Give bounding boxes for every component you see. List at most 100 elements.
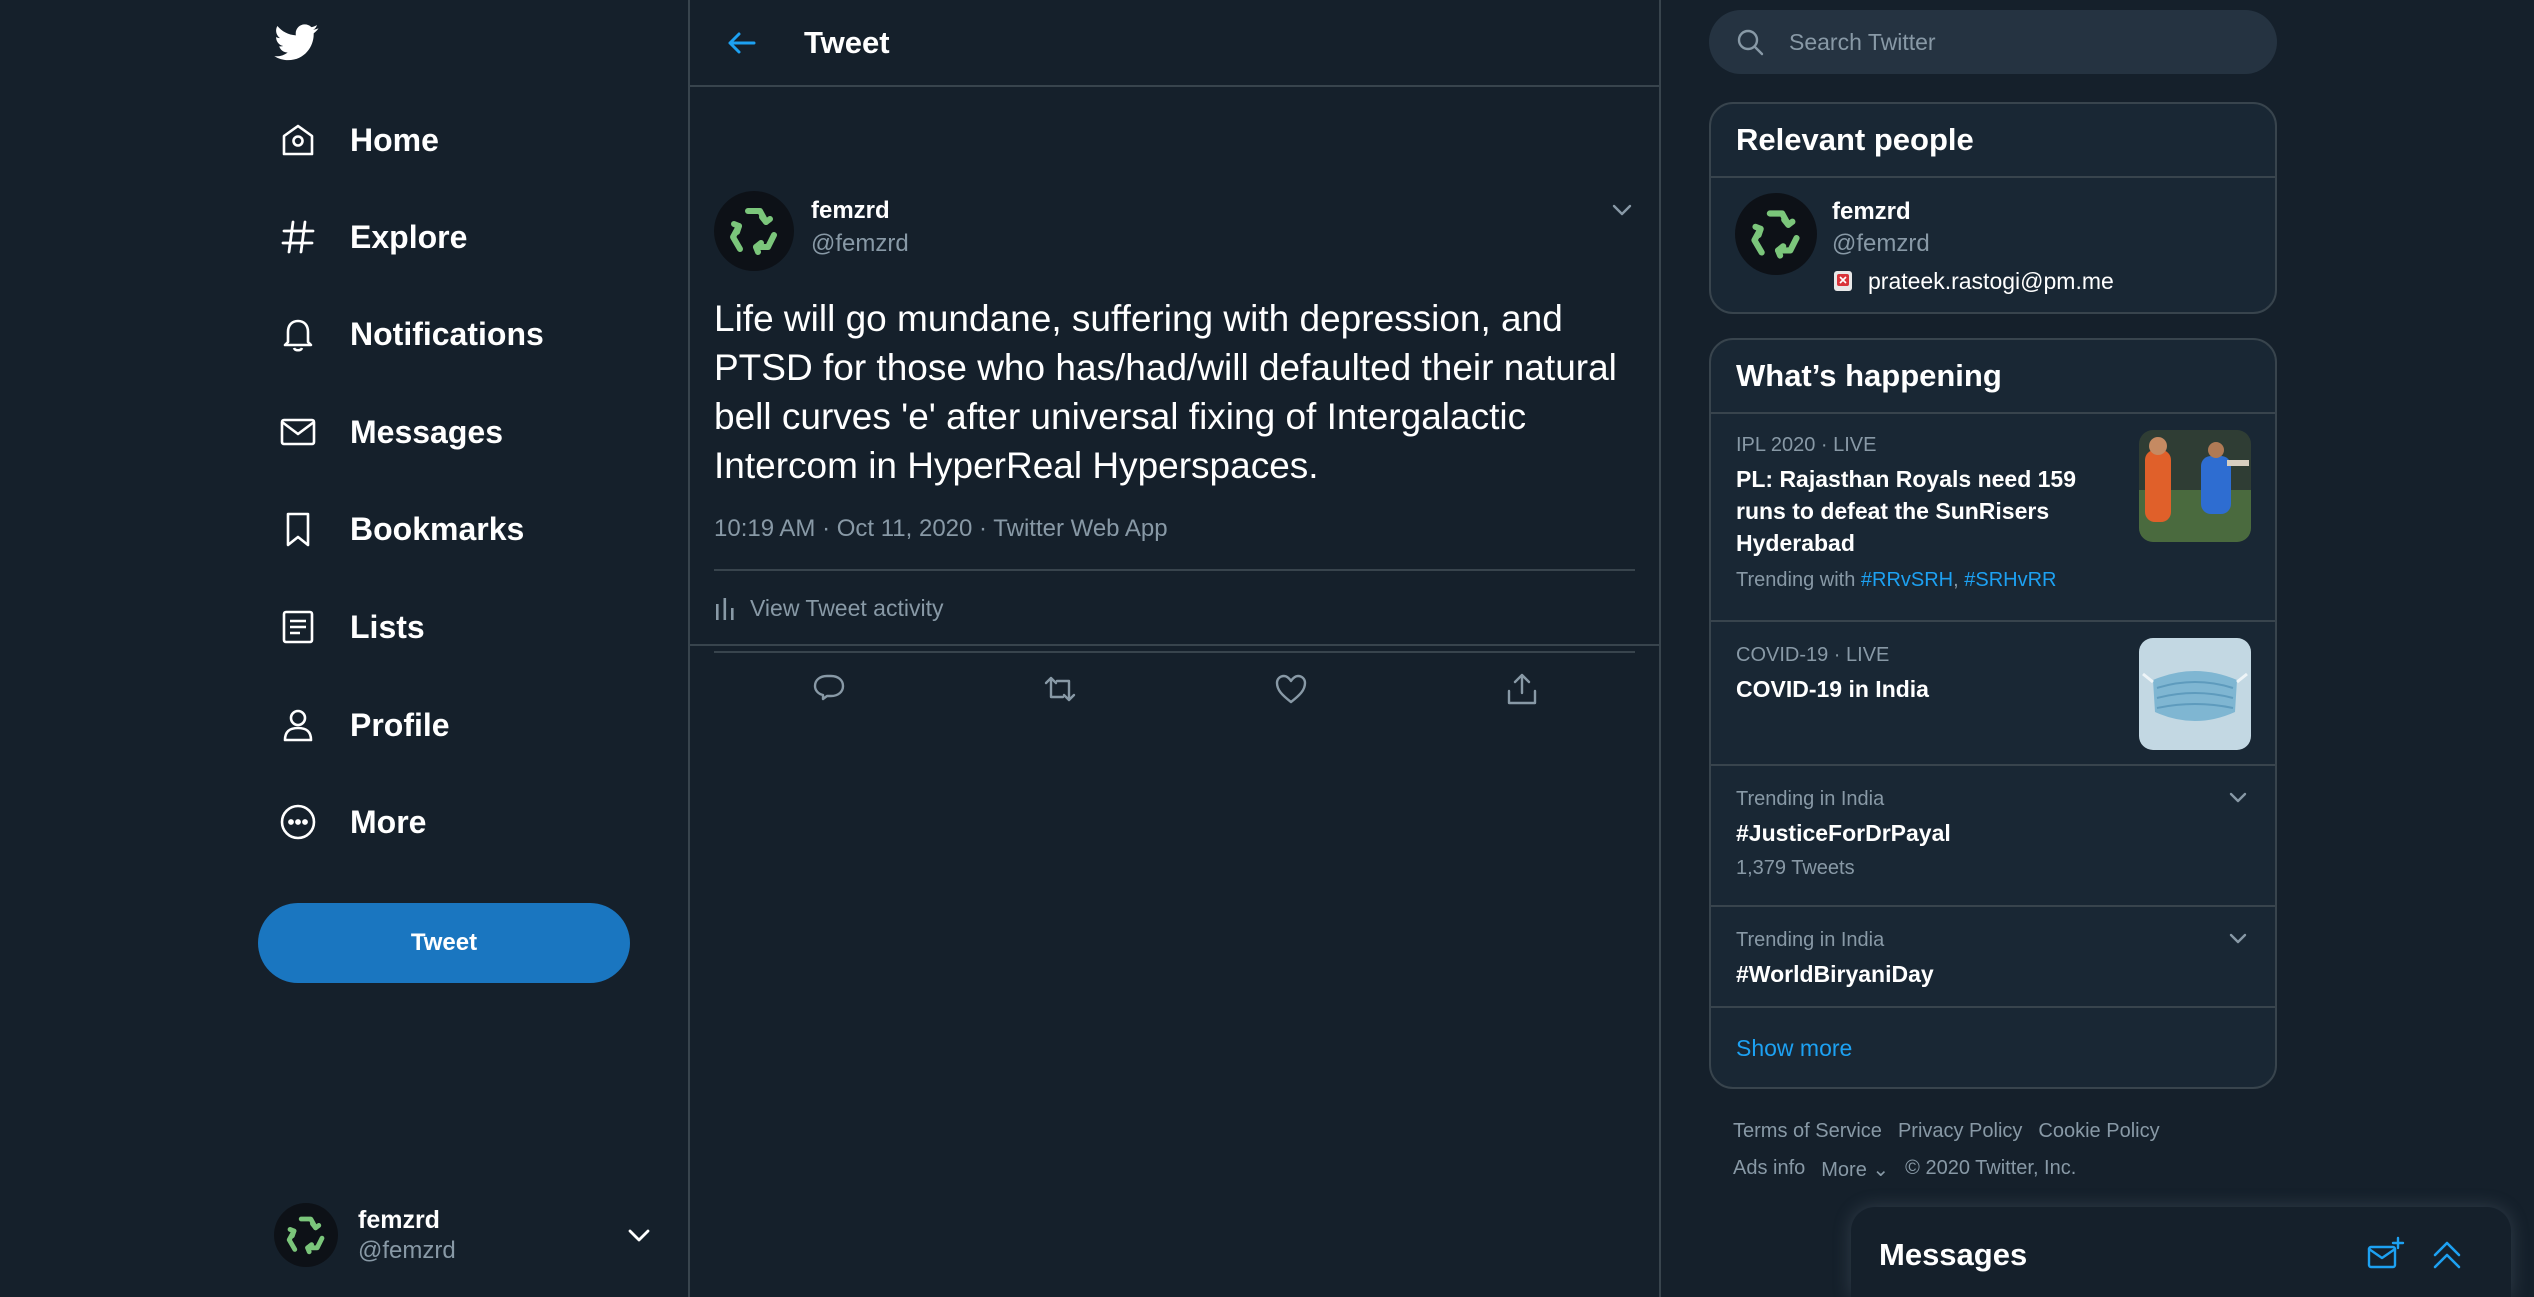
nav-more[interactable]: More	[256, 785, 444, 859]
footer-more-link[interactable]: More ⌄	[1821, 1157, 1889, 1182]
relevant-person[interactable]: femzrd @femzrd prateek.rastogi@pm.me	[1711, 178, 2275, 312]
search-bar[interactable]	[1709, 10, 2277, 74]
bell-icon	[276, 312, 320, 356]
nav-messages[interactable]: Messages	[256, 395, 521, 469]
nav-label: Explore	[350, 218, 468, 255]
account-name: femzrd	[358, 1205, 440, 1234]
account-handle: @femzrd	[358, 1236, 456, 1264]
separator: ,	[1953, 569, 1965, 591]
avatar[interactable]	[714, 191, 794, 271]
nav-explore[interactable]: Explore	[256, 200, 485, 274]
hashtag-icon	[276, 215, 320, 259]
main-column: Tweet femzrd @femzrd Life will go mundan…	[688, 0, 1661, 1297]
chevron-down-icon	[628, 1229, 650, 1242]
tweet-detail: femzrd @femzrd Life will go mundane, suf…	[690, 87, 1659, 705]
person-handle: @femzrd	[1832, 230, 1930, 257]
envelope-icon	[276, 410, 320, 454]
nav-label: Messages	[350, 413, 503, 450]
tweet-timestamp[interactable]: 10:19 AM · Oct 11, 2020 · Twitter Web Ap…	[714, 515, 1168, 543]
new-message-icon[interactable]	[2365, 1235, 2405, 1275]
person-name: femzrd	[1832, 198, 1911, 225]
show-more-link[interactable]: Show more	[1711, 1008, 2275, 1087]
hashtag-link[interactable]: #RRvSRH	[1861, 569, 1953, 591]
ads-info-link[interactable]: Ads info	[1733, 1157, 1805, 1182]
page-title: Tweet	[804, 24, 890, 60]
tweet-author-name[interactable]: femzrd	[811, 197, 890, 225]
nav-label: Profile	[350, 706, 450, 743]
nav-label: Notifications	[350, 315, 544, 352]
chevron-down-icon[interactable]	[1607, 195, 1637, 225]
cookie-link[interactable]: Cookie Policy	[2038, 1120, 2159, 1143]
like-button[interactable]	[1269, 667, 1313, 711]
twitter-app: Home Explore Notifications Messages Book	[0, 0, 2534, 1297]
divider	[714, 569, 1635, 571]
trend-thumbnail	[2139, 638, 2251, 750]
mailbox-icon	[1834, 270, 1852, 291]
messages-drawer[interactable]: Messages	[1851, 1207, 2511, 1297]
activity-label: View Tweet activity	[750, 595, 944, 621]
trend-tweet-count: 1,379 Tweets	[1736, 857, 1855, 879]
reply-button[interactable]	[807, 667, 851, 711]
trend-title: #WorldBiryaniDay	[1736, 961, 1934, 987]
twitter-logo-icon[interactable]	[272, 20, 322, 64]
nav-lists[interactable]: Lists	[256, 590, 443, 664]
share-button[interactable]	[1500, 667, 1544, 711]
trend-title: #JusticeForDrPayal	[1736, 820, 1951, 846]
trend-context: Trending in India	[1736, 788, 1885, 810]
copyright-text: © 2020 Twitter, Inc.	[1905, 1157, 2077, 1179]
person-icon	[276, 703, 320, 747]
home-icon	[276, 118, 320, 162]
whats-happening-panel: What’s happening IPL 2020 · LIVE PL: Raj…	[1709, 338, 2277, 1089]
tweet-button[interactable]: Tweet	[258, 903, 630, 983]
nav-bookmarks[interactable]: Bookmarks	[256, 492, 542, 566]
tweet-author-handle[interactable]: @femzrd	[811, 230, 909, 258]
trend-item[interactable]: IPL 2020 · LIVE PL: Rajasthan Royals nee…	[1711, 414, 2275, 622]
trend-item[interactable]: Trending in India #WorldBiryaniDay	[1711, 907, 2275, 1008]
divider	[714, 651, 1635, 653]
account-switcher[interactable]: femzrd @femzrd	[256, 1190, 668, 1280]
double-chevron-up-icon[interactable]	[2427, 1235, 2467, 1275]
nav-notifications[interactable]: Notifications	[256, 297, 562, 371]
chevron-down-icon[interactable]	[2225, 784, 2251, 810]
trend-item[interactable]: COVID-19 · LIVE COVID-19 in India	[1711, 622, 2275, 766]
drawer-title: Messages	[1879, 1237, 2028, 1272]
chevron-down-icon: ⌄	[1872, 1159, 1890, 1181]
view-tweet-activity-link[interactable]: View Tweet activity	[714, 595, 943, 622]
tweet-actions	[714, 667, 1635, 719]
heart-icon	[1275, 674, 1307, 704]
search-input[interactable]	[1789, 28, 2229, 56]
nav-label: Lists	[350, 608, 425, 645]
nav-label: Bookmarks	[350, 510, 525, 547]
privacy-link[interactable]: Privacy Policy	[1898, 1120, 2022, 1143]
retweet-button[interactable]	[1038, 667, 1082, 711]
retweet-icon	[1044, 676, 1076, 702]
page-header: Tweet	[690, 0, 1659, 87]
trend-item[interactable]: Trending in India #JusticeForDrPayal 1,3…	[1711, 766, 2275, 907]
relevant-people-panel: Relevant people femzrd @femzrd prateek.r…	[1709, 102, 2277, 314]
footer-links: Terms of Service Privacy Policy Cookie P…	[1733, 1120, 2253, 1196]
panel-title: What’s happening	[1711, 340, 2275, 414]
back-arrow-icon[interactable]	[722, 23, 762, 63]
footer-more-label: More	[1821, 1159, 1867, 1181]
search-icon	[1737, 29, 1764, 56]
terms-link[interactable]: Terms of Service	[1733, 1120, 1882, 1143]
bookmark-icon	[276, 507, 320, 551]
nav-label: More	[350, 803, 427, 840]
left-sidebar: Home Explore Notifications Messages Book	[0, 0, 688, 1297]
avatar	[274, 1203, 338, 1267]
bar-chart-icon	[716, 597, 734, 620]
trend-sub: Trending with #RRvSRH, #SRHvRR	[1736, 569, 2250, 592]
nav-label: Home	[350, 121, 439, 158]
chevron-down-icon[interactable]	[2225, 925, 2251, 951]
person-bio: prateek.rastogi@pm.me	[1832, 268, 2114, 295]
trend-title: PL: Rajasthan Royals need 159 runs to de…	[1736, 466, 2077, 556]
nav-home[interactable]: Home	[256, 103, 457, 177]
nav-profile[interactable]: Profile	[256, 688, 468, 762]
hashtag-link[interactable]: #SRHvRR	[1964, 569, 2056, 591]
trend-sub-prefix: Trending with	[1736, 569, 1861, 591]
reply-icon	[813, 674, 845, 701]
trend-context: Trending in India	[1736, 929, 1885, 951]
list-icon	[276, 605, 320, 649]
trend-thumbnail	[2139, 430, 2251, 542]
more-circle-icon	[276, 800, 320, 844]
